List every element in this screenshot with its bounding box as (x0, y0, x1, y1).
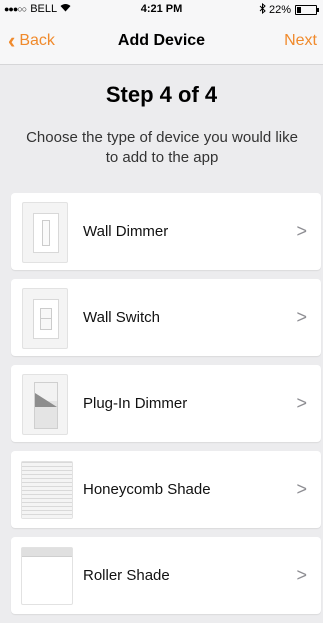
battery-percent: 22% (268, 4, 291, 16)
device-option-wall-switch[interactable]: Wall Switch > (11, 279, 321, 356)
roller-shade-icon (21, 547, 73, 605)
chevron-right-icon: > (296, 393, 307, 413)
chevron-right-icon: > (296, 479, 307, 499)
wall-dimmer-icon (22, 202, 68, 263)
status-right: 22% (259, 2, 319, 17)
device-option-roller-shade[interactable]: Roller Shade > (11, 537, 321, 614)
navigation-bar: ‹ Back Add Device Next (0, 20, 323, 65)
back-label: Back (19, 32, 55, 49)
chevron-right-icon: > (296, 565, 307, 585)
wall-switch-icon (22, 288, 68, 349)
chevron-right-icon: > (296, 307, 307, 327)
device-option-honeycomb-shade[interactable]: Honeycomb Shade > (11, 451, 321, 528)
status-bar: ●●●○○ BELL 4:21 PM 22% (0, 0, 323, 20)
step-title: Step 4 of 4 (105, 82, 218, 107)
battery-icon (295, 5, 319, 15)
chevron-left-icon: ‹ (8, 28, 16, 53)
device-option-wall-dimmer[interactable]: Wall Dimmer > (11, 193, 321, 270)
back-button[interactable]: ‹ Back (8, 28, 55, 53)
device-label: Wall Dimmer (83, 223, 169, 240)
instruction-text: Choose the type of device you would like… (26, 129, 298, 166)
device-label: Wall Switch (83, 309, 160, 326)
device-option-plug-in-dimmer[interactable]: Plug-In Dimmer > (11, 365, 321, 442)
plug-in-dimmer-icon (22, 374, 68, 435)
device-list: Wall Dimmer > Wall Switch > Plug-In Dimm… (11, 193, 321, 623)
honeycomb-shade-icon (21, 461, 73, 519)
device-label: Honeycomb Shade (83, 481, 211, 498)
device-label: Roller Shade (83, 567, 170, 584)
next-button[interactable]: Next (284, 32, 317, 50)
device-label: Plug-In Dimmer (83, 395, 188, 412)
bluetooth-icon (259, 2, 266, 17)
chevron-right-icon: > (296, 221, 307, 241)
